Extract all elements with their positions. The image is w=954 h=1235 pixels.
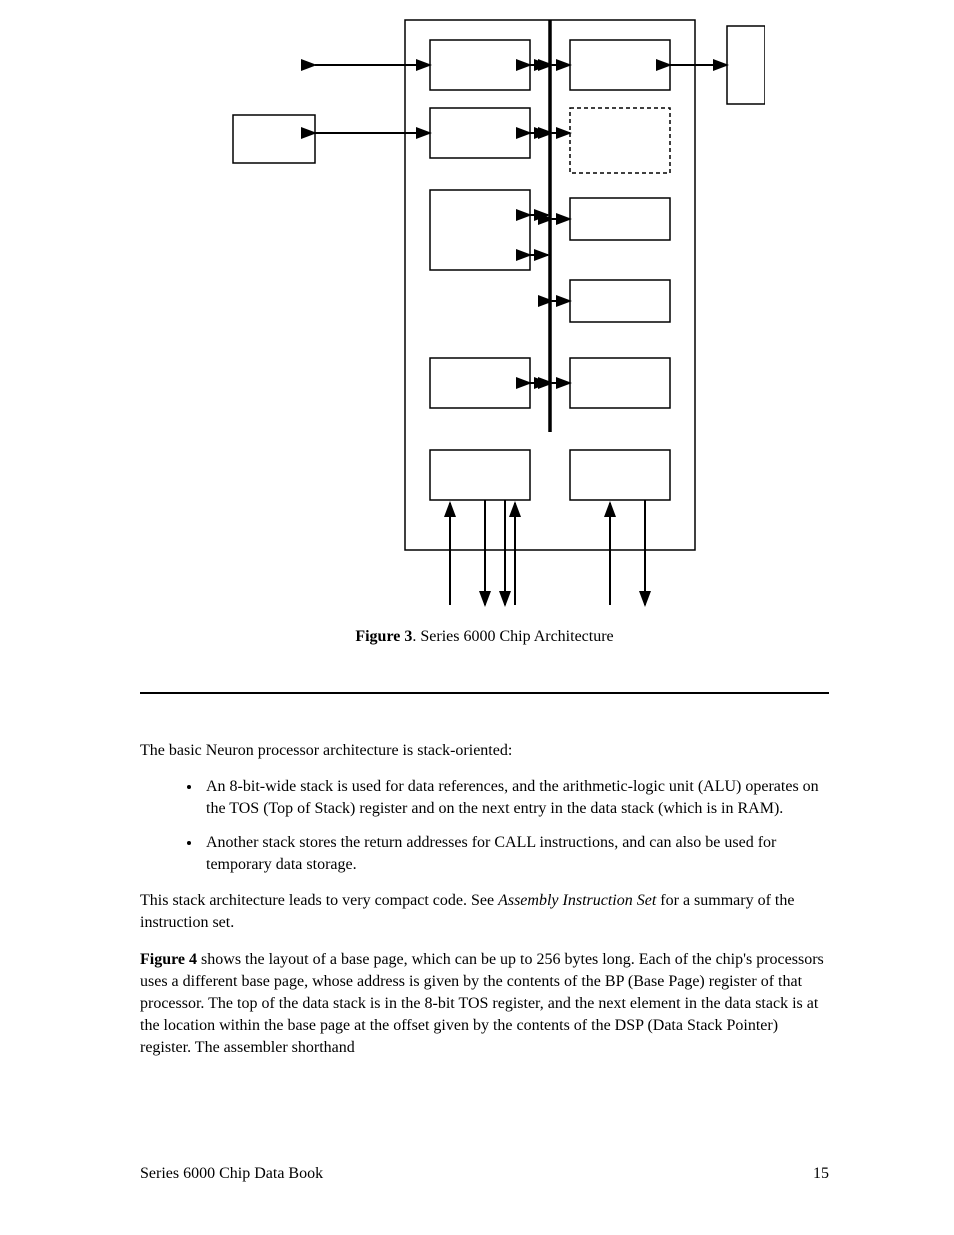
figure-caption-text: . Series 6000 Chip Architecture <box>412 628 613 645</box>
paragraph-2: This stack architecture leads to very co… <box>140 890 829 934</box>
para3-bold: Figure 4 <box>140 951 197 968</box>
figure-caption: Figure 3. Series 6000 Chip Architecture <box>140 628 829 694</box>
para3-rest: shows the layout of a base page, which c… <box>140 951 824 1056</box>
bullet-item-1: An 8-bit-wide stack is used for data ref… <box>202 776 829 820</box>
content-area: Figure 3. Series 6000 Chip Architecture … <box>140 0 829 1235</box>
page-footer: Series 6000 Chip Data Book 15 <box>140 1165 829 1183</box>
page: Figure 3. Series 6000 Chip Architecture … <box>0 0 954 1235</box>
bullet-item-2: Another stack stores the return addresse… <box>202 832 829 876</box>
footer-page-number: 15 <box>813 1165 829 1183</box>
para2-a: This stack architecture leads to very co… <box>140 892 498 909</box>
figure-label: Figure 3 <box>355 628 412 645</box>
footer-left: Series 6000 Chip Data Book <box>140 1165 323 1183</box>
paragraph-3: Figure 4 shows the layout of a base page… <box>140 949 829 1059</box>
para2-em: Assembly Instruction Set <box>498 892 656 909</box>
architecture-diagram <box>205 0 765 610</box>
body-text: The basic Neuron processor architecture … <box>140 740 829 1059</box>
intro-paragraph: The basic Neuron processor architecture … <box>140 740 829 762</box>
bullet-list: An 8-bit-wide stack is used for data ref… <box>140 776 829 876</box>
